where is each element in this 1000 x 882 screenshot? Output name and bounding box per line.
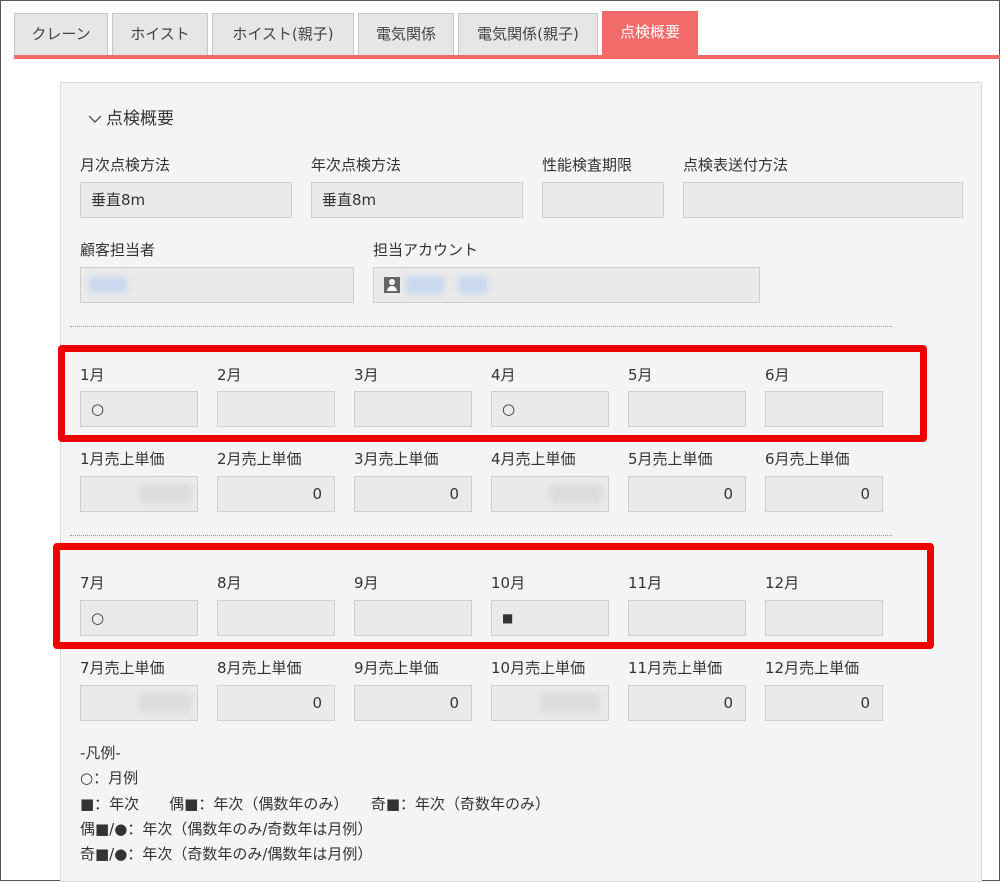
redacted-price [139,693,191,713]
legend-title: -凡例- [80,744,121,762]
tab-crane[interactable]: クレーン [14,13,108,55]
highlight-months-7-12 [53,543,934,649]
month-8-price[interactable]: 0 [217,685,335,721]
month-8-price-label: 8月売上単価 [217,659,302,677]
performance-period-label: 性能検査期限 [542,156,633,174]
redacted-account-1 [406,276,444,294]
month-12-price-label: 12月売上単価 [765,659,860,677]
account-label: 担当アカウント [373,241,479,259]
month-11-price-label: 11月売上単価 [628,659,723,677]
month-5-price-label: 5月売上単価 [628,450,713,468]
person-icon [384,277,400,293]
highlight-months-1-6 [58,345,927,442]
month-6-price[interactable]: 0 [765,476,883,512]
month-3-price-label: 3月売上単価 [354,450,439,468]
legend-item: ■：年次 偶■：年次（偶数年のみ） 奇■：年次（奇数年のみ） [80,795,551,813]
monthly-method-label: 月次点検方法 [80,156,171,174]
month-11-price[interactable]: 0 [628,685,746,721]
sheet-delivery-field[interactable] [683,182,963,218]
customer-contact-field[interactable] [80,267,354,303]
month-6-price-label: 6月売上単価 [765,450,850,468]
month-4-price-label: 4月売上単価 [491,450,576,468]
tab-hoist[interactable]: ホイスト [112,13,208,55]
month-3-price[interactable]: 0 [354,476,472,512]
account-field[interactable] [373,267,760,303]
month-4-price[interactable] [491,476,609,512]
tab-hoist-parent-child[interactable]: ホイスト(親子) [212,13,354,55]
redacted-account-2 [458,276,488,294]
month-2-price-label: 2月売上単価 [217,450,302,468]
divider [70,535,892,536]
legend-item: 偶■/●：年次（偶数年のみ/奇数年は月例） [80,820,373,838]
month-2-price[interactable]: 0 [217,476,335,512]
redacted-price [139,484,191,504]
sheet-delivery-label: 点検表送付方法 [683,156,789,174]
month-7-price-label: 7月売上単価 [80,659,165,677]
tab-electrical-parent-child[interactable]: 電気関係(親子) [458,13,598,55]
divider [70,326,892,327]
legend-item: ○：月例 [80,769,139,787]
customer-contact-label: 顧客担当者 [80,241,156,259]
month-1-price-label: 1月売上単価 [80,450,165,468]
month-10-price[interactable] [491,685,609,721]
annual-method-field[interactable]: 垂直8m [311,182,523,218]
chevron-down-icon [88,115,102,123]
month-12-price[interactable]: 0 [765,685,883,721]
section-title: 点検概要 [106,109,174,129]
tab-underline [14,55,1000,59]
monthly-method-field[interactable]: 垂直8m [80,182,292,218]
performance-period-field[interactable] [542,182,664,218]
legend-item: 奇■/●：年次（奇数年のみ/偶数年は月例） [80,845,373,863]
month-5-price[interactable]: 0 [628,476,746,512]
redacted-price [540,693,600,713]
month-9-price[interactable]: 0 [354,685,472,721]
tab-electrical[interactable]: 電気関係 [358,13,454,55]
month-7-price[interactable] [80,685,198,721]
month-9-price-label: 9月売上単価 [354,659,439,677]
month-1-price[interactable] [80,476,198,512]
section-header[interactable]: 点検概要 [88,104,174,129]
redacted-price [550,484,602,504]
tab-inspection-summary[interactable]: 点検概要 [602,11,698,55]
month-10-price-label: 10月売上単価 [491,659,586,677]
annual-method-label: 年次点検方法 [311,156,402,174]
redacted-name [89,277,127,293]
